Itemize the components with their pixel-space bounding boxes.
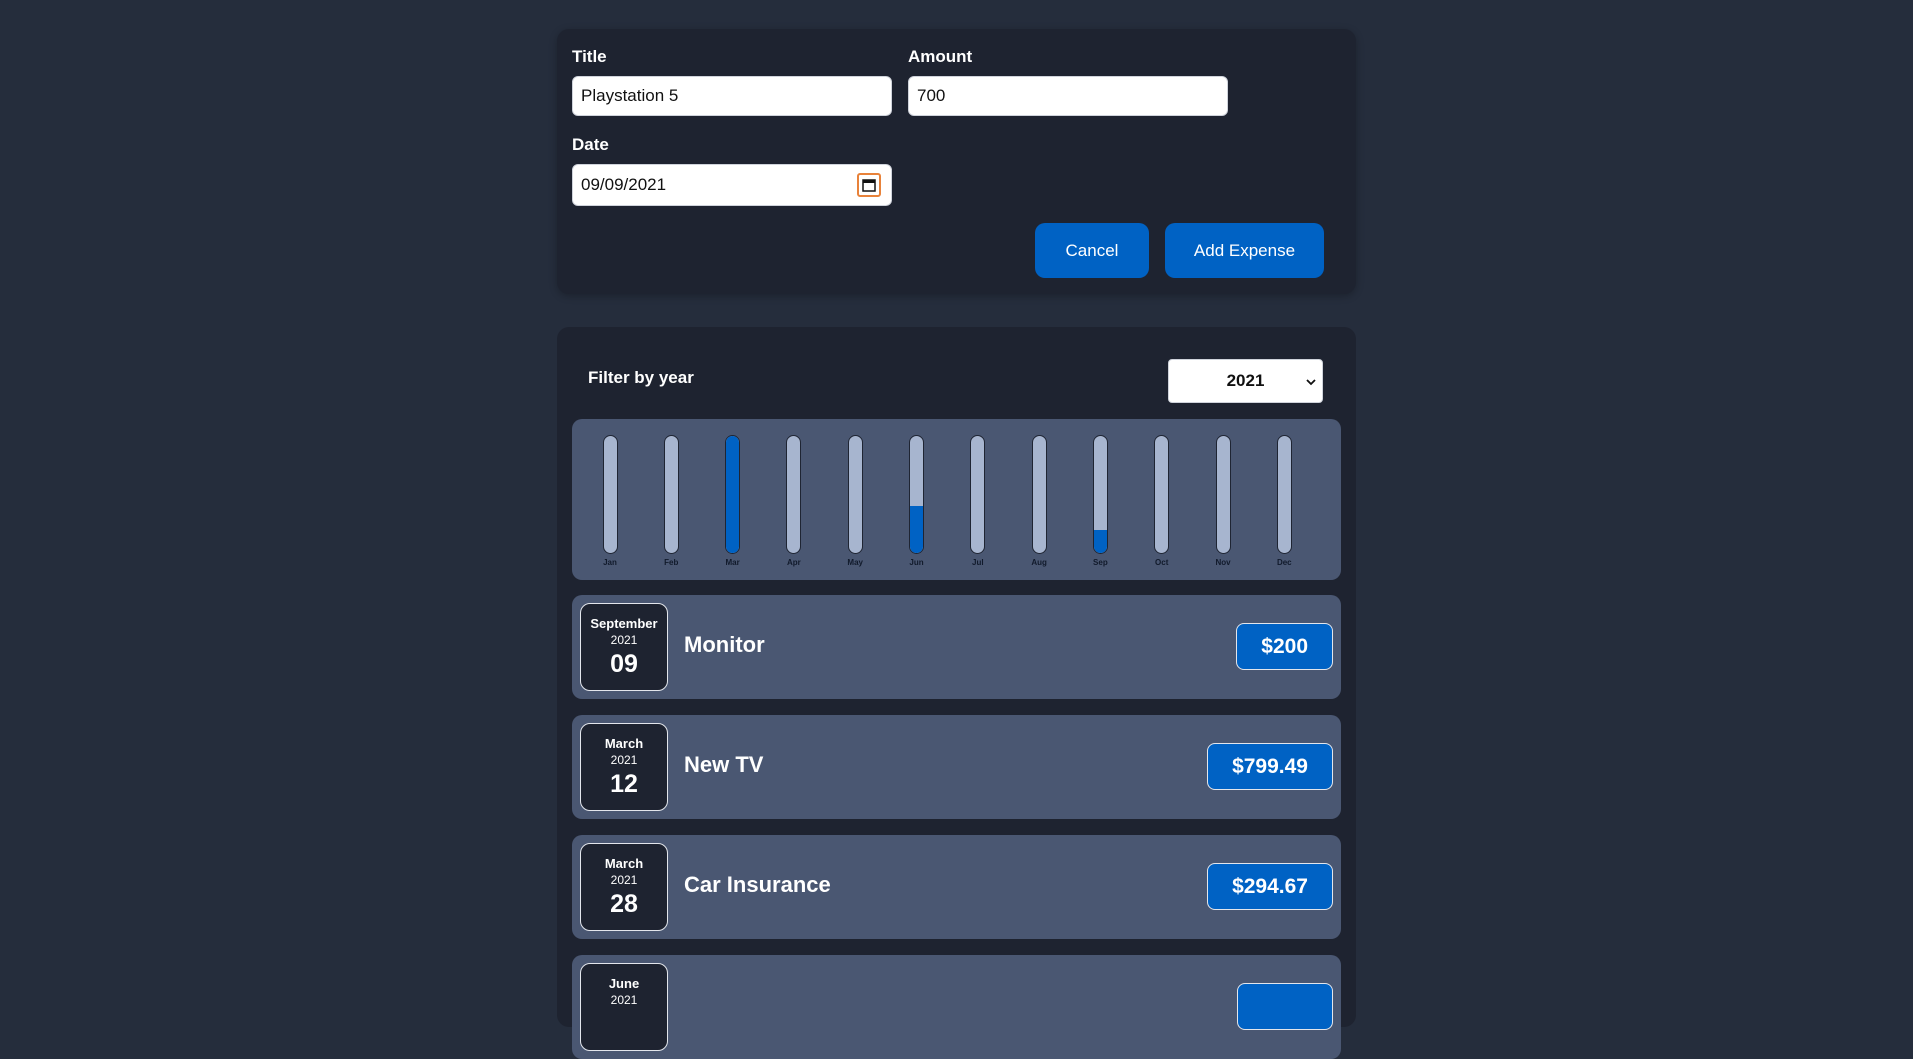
- chart-bar-jun: [909, 435, 924, 554]
- chart-tick-label: Oct: [1155, 558, 1169, 567]
- chart-bar-aug: [1031, 435, 1047, 554]
- chart-bar-nov: [1215, 435, 1231, 554]
- chart-bar-fill-jun: [910, 506, 923, 553]
- expense-date-day: 09: [610, 650, 638, 678]
- chart-tick-label: Sep: [1093, 558, 1108, 567]
- chevron-down-icon: [1306, 372, 1316, 392]
- expense-date-month: March: [604, 856, 644, 871]
- chart-tick-label: Apr: [787, 558, 801, 567]
- amount-label: Amount: [908, 47, 973, 66]
- expense-price: $294.67: [1207, 863, 1333, 910]
- chart-bar-dec: [1276, 435, 1292, 554]
- expense-date: September 2021 09: [580, 603, 668, 691]
- expense-item[interactable]: March 2021 28 Car Insurance $294.67: [572, 835, 1341, 939]
- expense-date-day: 12: [610, 770, 638, 798]
- chart-bar-oct: [1154, 435, 1170, 554]
- chart-tick-label: Nov: [1215, 558, 1231, 567]
- title-label: Title: [572, 47, 607, 66]
- expense-title: Monitor: [684, 632, 765, 657]
- add-expense-button[interactable]: Add Expense: [1165, 223, 1324, 278]
- chart-bar-jul: [970, 435, 986, 554]
- expense-date-month: March: [604, 736, 644, 751]
- expense-date-day: 28: [610, 890, 638, 918]
- date-field: Date 09/09/2021: [572, 135, 892, 206]
- expense-item[interactable]: June 2021: [572, 955, 1341, 1059]
- expense-item[interactable]: September 2021 09 Monitor $200: [572, 595, 1341, 699]
- expense-date-year: 2021: [610, 993, 638, 1007]
- expense-date: March 2021 12: [580, 723, 668, 811]
- expense-price: $799.49: [1207, 743, 1333, 790]
- filter-label: Filter by year: [588, 368, 694, 387]
- chart-tick-label: Jan: [603, 558, 617, 567]
- chart-bar-fill-sep: [1093, 530, 1107, 553]
- expense-price: $200: [1236, 623, 1333, 670]
- chart-bar-may: [847, 435, 863, 554]
- date-input[interactable]: 09/09/2021: [572, 164, 892, 206]
- title-field: Title Playstation 5: [572, 47, 892, 116]
- expense-price: [1237, 983, 1333, 1030]
- chart-tick-label: Aug: [1031, 558, 1047, 567]
- chart-bar-sep: [1092, 435, 1108, 554]
- year-select-value: 2021: [1226, 371, 1265, 390]
- expense-date: March 2021 28: [580, 843, 668, 931]
- chart-bar-feb: [663, 435, 679, 554]
- chart-bar-jan: [602, 435, 618, 554]
- chart-tick-label: Jun: [909, 558, 924, 567]
- chart-tick-label: Feb: [664, 558, 679, 567]
- expenses-chart: Jan Feb Mar Apr May Jun Jul Aug Sep Oct Nov Dec: [572, 419, 1341, 580]
- expense-date-month: June: [608, 976, 640, 991]
- expense-title: New TV: [684, 752, 764, 777]
- date-input-value: 09/09/2021: [581, 175, 667, 194]
- cancel-button[interactable]: Cancel: [1035, 223, 1149, 278]
- chart-tick-label: Jul: [972, 558, 984, 567]
- chart-tick-label: Dec: [1276, 558, 1292, 567]
- title-input[interactable]: Playstation 5: [572, 76, 892, 116]
- expense-date-year: 2021: [610, 873, 638, 887]
- expense-date-month: September: [590, 616, 658, 631]
- expense-date: June 2021: [580, 963, 668, 1051]
- calendar-icon[interactable]: [857, 173, 881, 197]
- date-label: Date: [572, 135, 609, 154]
- expense-item[interactable]: March 2021 12 New TV $799.49: [572, 715, 1341, 819]
- year-select[interactable]: 2021: [1168, 359, 1323, 403]
- amount-input[interactable]: 700: [908, 76, 1228, 116]
- expense-title: Car Insurance: [684, 872, 831, 897]
- chart-bar-apr: [786, 435, 802, 554]
- new-expense-form: Title Playstation 5 Amount 700 Date 09/0…: [557, 29, 1356, 294]
- amount-field: Amount 700: [908, 47, 1228, 116]
- chart-bar-mar: [725, 435, 741, 554]
- expense-date-year: 2021: [610, 633, 638, 647]
- chart-tick-label: May: [847, 558, 863, 567]
- expenses-panel: Filter by year 2021 Jan Feb Mar Apr May Jun Ju…: [557, 327, 1356, 1059]
- chart-bar-fill-mar: [726, 436, 740, 553]
- expense-date-year: 2021: [610, 753, 638, 767]
- chart-tick-label: Mar: [725, 558, 740, 567]
